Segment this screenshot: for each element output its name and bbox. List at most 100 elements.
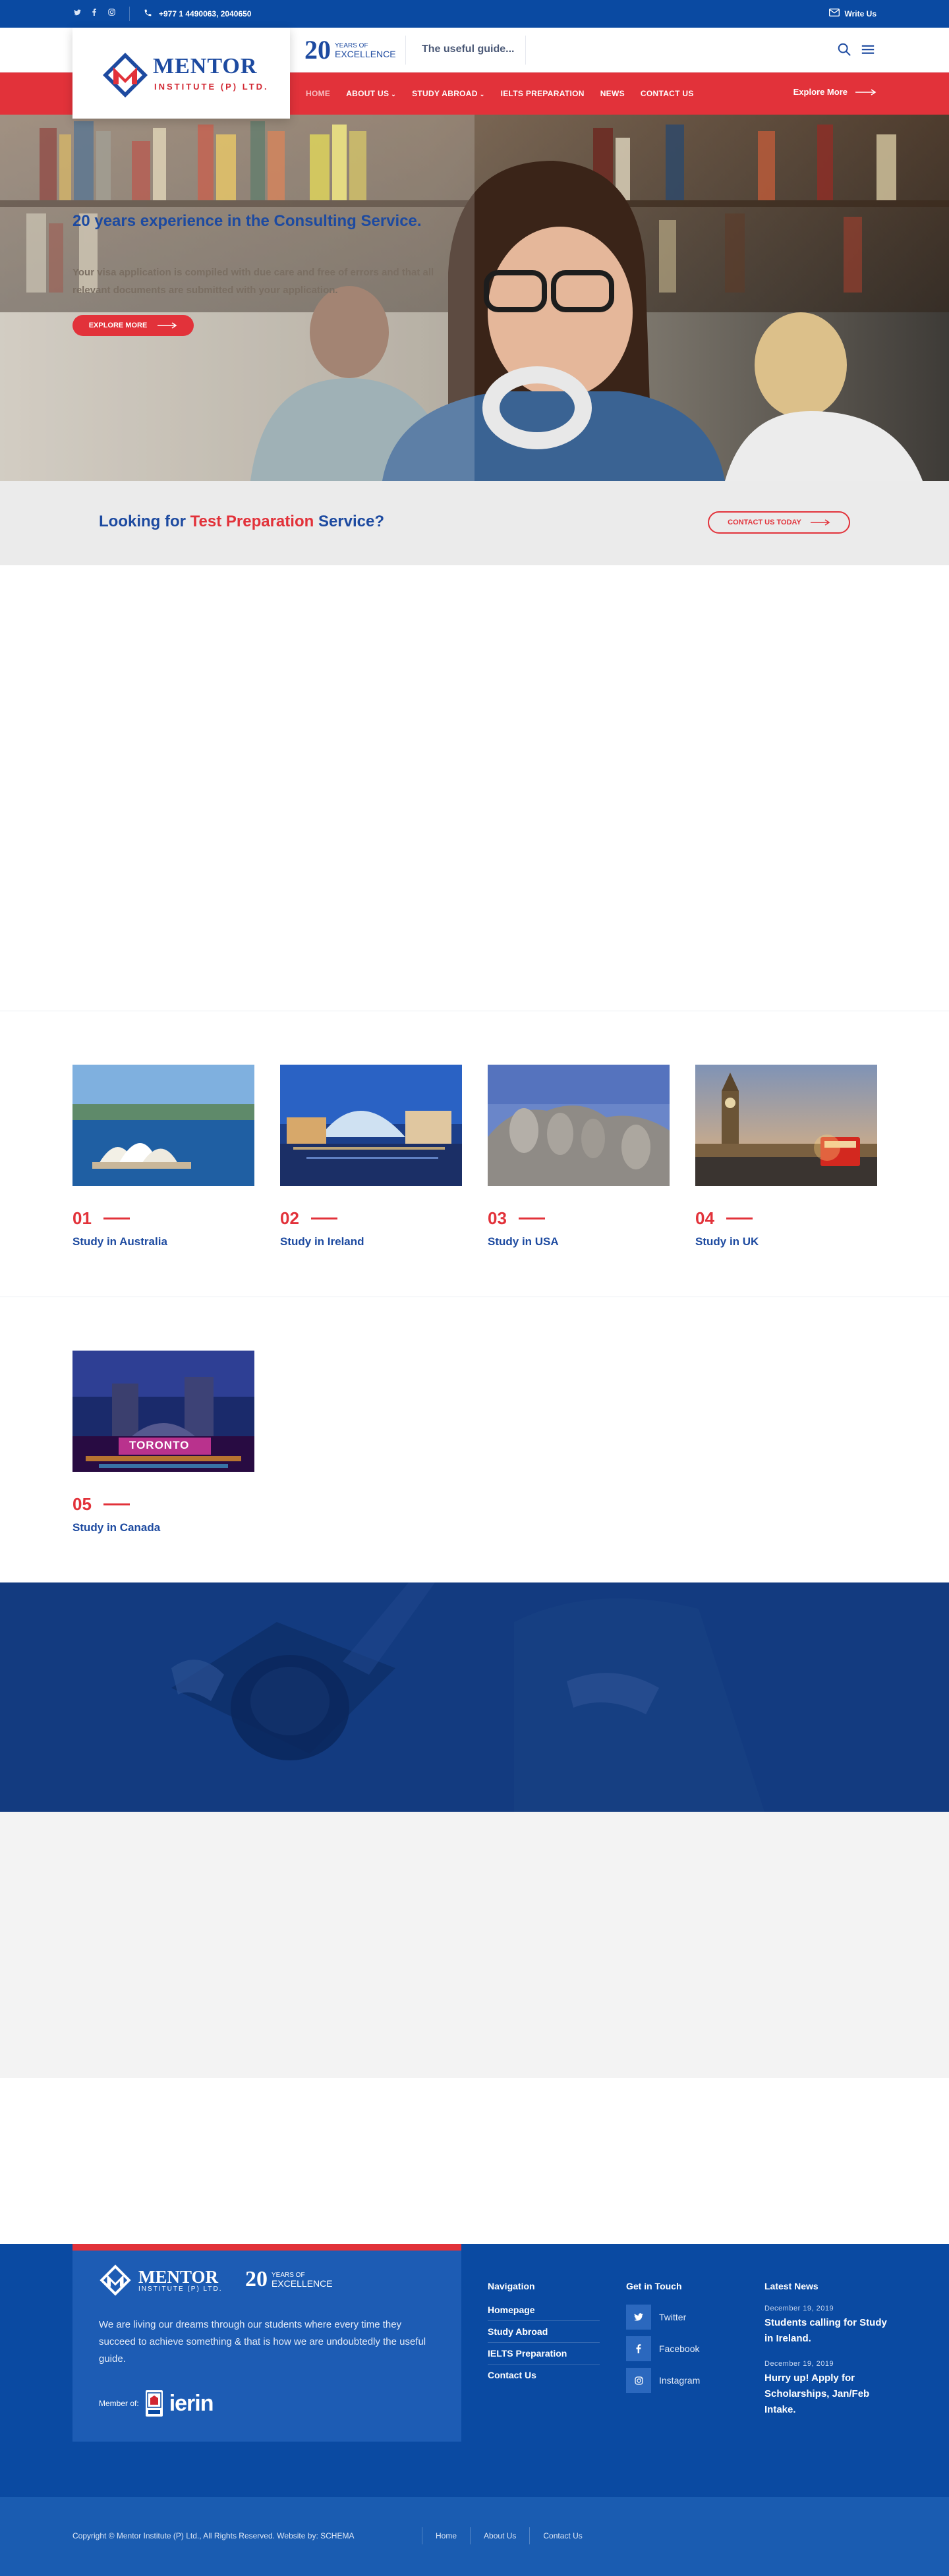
study-card-ireland[interactable]: 02 Study in Ireland (280, 1065, 462, 1248)
footer-anniversary-badge: 20 YEARS OF EXCELLENCE (245, 2267, 333, 2291)
footer-social-twitter[interactable]: Twitter (626, 2305, 700, 2330)
facebook-icon[interactable] (90, 9, 99, 18)
nav-study-abroad[interactable]: STUDY ABROAD ⌄ (412, 89, 484, 98)
card-label[interactable]: Study in USA (488, 1235, 670, 1248)
card-dash (103, 1218, 130, 1219)
footer-membership: Member of: ierin (99, 2390, 214, 2417)
nav-news[interactable]: NEWS (600, 89, 625, 98)
brand-name: MENTOR (153, 54, 258, 78)
footer-red-bar (72, 2244, 461, 2251)
footer-brand-name: MENTOR (138, 2266, 219, 2287)
arrow-right-icon (855, 88, 877, 96)
footer-navigation: Navigation Homepage Study Abroad IELTS P… (488, 2281, 600, 2386)
explore-more-link[interactable]: Explore More (793, 87, 877, 97)
mentor-logo-icon (100, 2264, 131, 2296)
footer-brand-subtitle: INSTITUTE (P) LTD. (138, 2285, 223, 2293)
cta-heading-suffix: Service? (318, 513, 385, 530)
nav-home[interactable]: HOME (306, 89, 330, 98)
arrow-right-icon (158, 322, 177, 329)
card-label[interactable]: Study in Ireland (280, 1235, 462, 1248)
footer-social-facebook[interactable]: Facebook (626, 2336, 700, 2361)
phone-number: +977 1 4490063, 2040650 (159, 9, 252, 18)
mail-icon (828, 9, 840, 18)
icef-badge-icon (145, 2390, 163, 2417)
news-date: December 19, 2019 (764, 2360, 834, 2368)
explore-more-button-label: EXPLORE MORE (88, 322, 148, 329)
study-card-uk[interactable]: 04 Study in UK (695, 1065, 877, 1248)
twitter-icon[interactable] (72, 9, 82, 18)
ireland-image (280, 1065, 462, 1186)
instagram-icon[interactable] (107, 9, 116, 18)
bottom-link-home[interactable]: Home (422, 2527, 470, 2544)
anniversary-badge: 20 YEARS OF EXCELLENCE (304, 37, 396, 63)
footer-bottom-bar: Copyright © Mentor Institute (P) Ltd., A… (0, 2497, 949, 2576)
footer-link-homepage[interactable]: Homepage (488, 2305, 600, 2321)
contact-us-today-button[interactable]: CONTACT US TODAY (708, 511, 850, 534)
footer-anniversary-number: 20 (245, 2267, 268, 2291)
footer-social-instagram[interactable]: Instagram (626, 2368, 700, 2393)
card-number: 03 (488, 1208, 507, 1228)
chevron-down-icon: ⌄ (391, 91, 397, 98)
bottom-link-about-us[interactable]: About Us (470, 2527, 529, 2544)
card-number: 04 (695, 1208, 714, 1228)
graduation-image (0, 1582, 949, 1812)
footer-link-ielts-preparation[interactable]: IELTS Preparation (488, 2343, 600, 2365)
card-dash (103, 1503, 130, 1505)
footer-navigation-title: Navigation (488, 2281, 535, 2291)
instagram-icon (626, 2368, 651, 2393)
card-label[interactable]: Study in Australia (72, 1235, 254, 1248)
topbar-social (72, 9, 116, 18)
phone-icon (144, 9, 152, 19)
card-label[interactable]: Study in UK (695, 1235, 877, 1248)
explore-more-label: Explore More (793, 87, 848, 97)
footer-news-title: Latest News (764, 2281, 819, 2291)
card-number: 05 (72, 1494, 92, 1514)
header-divider (525, 36, 526, 65)
bottom-link-contact-us[interactable]: Contact Us (529, 2527, 595, 2544)
hamburger-menu-icon[interactable] (861, 42, 877, 58)
member-label: Member of: (99, 2399, 139, 2408)
card-number: 01 (72, 1208, 92, 1228)
hero-title: 20 years experience in the Consulting Se… (72, 212, 422, 230)
topbar-divider (129, 7, 130, 21)
facebook-icon (626, 2336, 651, 2361)
header-divider (405, 36, 406, 65)
explore-more-button[interactable]: EXPLORE MORE (72, 315, 194, 336)
nav-ielts-preparation[interactable]: IELTS PREPARATION (501, 89, 585, 98)
write-us-link[interactable]: Write Us (828, 9, 877, 18)
card-number: 02 (280, 1208, 299, 1228)
study-card-usa[interactable]: 03 Study in USA (488, 1065, 670, 1248)
footer-link-contact-us[interactable]: Contact Us (488, 2365, 600, 2386)
footer-bottom-links: Home About Us Contact Us (422, 2527, 596, 2544)
footer-social-label: Instagram (659, 2375, 701, 2386)
uk-image (695, 1065, 877, 1186)
tagline: The useful guide... (422, 43, 515, 55)
search-icon[interactable] (837, 42, 853, 58)
anniversary-line2: EXCELLENCE (335, 49, 396, 59)
hero-description: Your visa application is compiled with d… (72, 267, 434, 296)
card-dash (726, 1218, 753, 1219)
card-label[interactable]: Study in Canada (72, 1521, 254, 1534)
topbar-phone[interactable]: +977 1 4490063, 2040650 (144, 9, 251, 19)
footer-logo[interactable]: MENTOR INSTITUTE (P) LTD. (99, 2264, 222, 2297)
news-title[interactable]: Hurry up! Apply for Scholarships, Jan/Fe… (764, 2370, 890, 2418)
study-card-australia[interactable]: 01 Study in Australia (72, 1065, 254, 1248)
footer-link-study-abroad[interactable]: Study Abroad (488, 2321, 600, 2343)
ierin-logo: ierin (169, 2390, 214, 2416)
footer-latest-news: Latest News December 19, 2019 Students c… (764, 2281, 890, 2431)
nav-about-us[interactable]: ABOUT US ⌄ (346, 89, 396, 98)
nav-contact-us[interactable]: CONTACT US (641, 89, 694, 98)
study-card-canada[interactable]: TORONTO 05 Study in Canada (72, 1351, 254, 1534)
footer-anniversary-line2: EXCELLENCE (272, 2278, 333, 2289)
card-dash (518, 1218, 545, 1219)
hero-slider: 20 years experience in the Consulting Se… (0, 115, 949, 481)
logo[interactable]: MENTOR INSTITUTE (P) LTD. (72, 28, 290, 119)
news-title[interactable]: Students calling for Study in Ireland. (764, 2315, 890, 2347)
cta-heading: Looking for Test Preparation Service? (99, 513, 384, 531)
footer-social-title: Get in Touch (626, 2281, 682, 2291)
main-nav: HOME ABOUT US ⌄ STUDY ABROAD ⌄ IELTS PREPA… (306, 72, 694, 115)
grey-section (0, 1812, 949, 2078)
mentor-logo-icon (103, 53, 148, 98)
footer-description: We are living our dreams through our stu… (99, 2319, 426, 2365)
australia-image (72, 1065, 254, 1186)
